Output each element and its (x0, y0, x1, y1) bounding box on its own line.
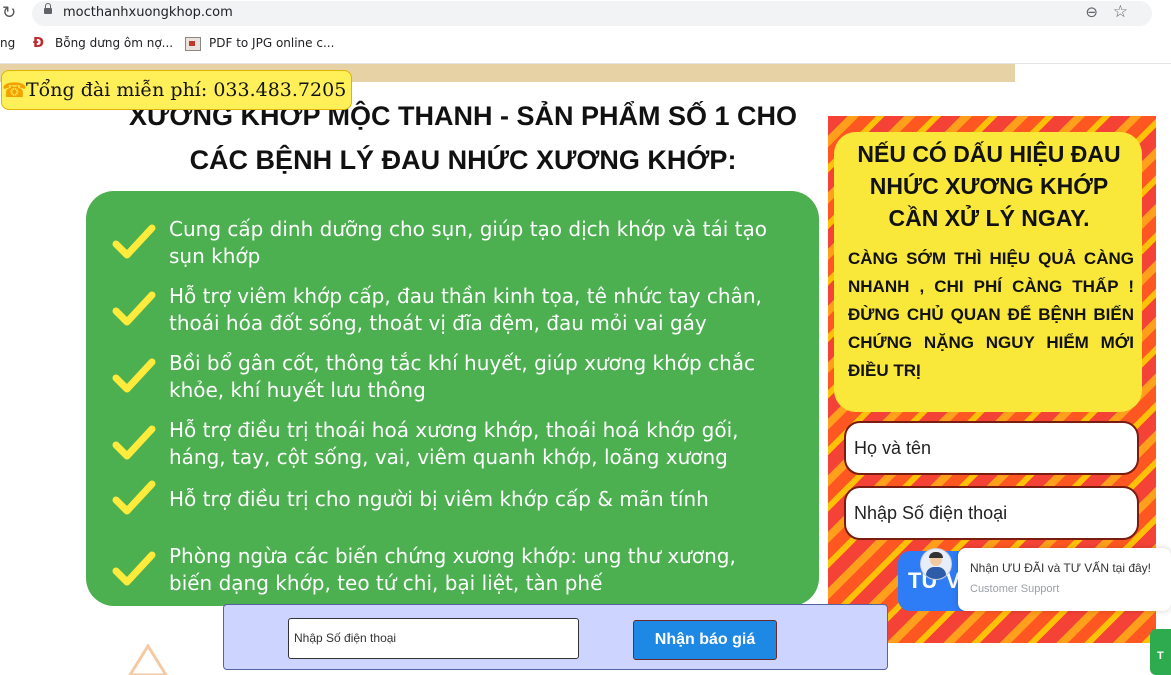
bookmarks-bar: ng Đ Bỗng dưng ôm nợ... PDF to JPG onlin… (0, 28, 1171, 64)
bookmark-star-icon[interactable]: ☆ (1113, 2, 1128, 22)
quote-phone-input[interactable]: Nhập Số điện thoại (288, 618, 579, 659)
address-bar[interactable]: mocthanhxuongkhop.com ⊖ ☆ (32, 1, 1152, 26)
checkmark-icon (112, 480, 156, 515)
side-tab-label[interactable]: T (1157, 650, 1164, 662)
name-field[interactable]: Họ và tên (844, 421, 1139, 475)
phone-field[interactable]: Nhập Số điện thoại (844, 486, 1139, 540)
benefit-text: Phòng ngừa các biến chứng xương khớp: un… (169, 544, 736, 595)
quote-phone-placeholder[interactable]: Nhập Số điện thoại (294, 619, 396, 658)
phone-icon: ☎ (2, 78, 27, 102)
decorative-triangle-icon (128, 644, 168, 675)
promo-card: NẾU CÓ DẤU HIỆU ĐAU NHỨC XƯƠNG KHỚP CẦN … (834, 132, 1142, 412)
checkmark-icon (112, 551, 156, 586)
pdf-favicon-icon (185, 37, 201, 51)
checkmark-icon (112, 224, 156, 259)
chat-message[interactable]: Nhận ƯU ĐÃI và TƯ VẤN tại đây! (970, 561, 1151, 575)
url-text[interactable]: mocthanhxuongkhop.com (63, 5, 233, 20)
quote-bar: Nhập Số điện thoại Nhận báo giá (223, 604, 888, 670)
bookmark-favicon-icon: Đ (33, 36, 44, 51)
benefit-text: Hỗ trợ điều trị thoái hoá xương khớp, th… (169, 418, 739, 469)
browser-toolbar: ↻ mocthanhxuongkhop.com ⊖ ☆ (0, 0, 1171, 28)
zoom-icon[interactable]: ⊖ (1085, 3, 1098, 21)
hotline-text[interactable]: Tổng đài miễn phí: 033.483.7205 (26, 71, 346, 109)
side-tab-button[interactable]: T (1150, 629, 1171, 675)
page-content: XƯƠNG KHỚP MỘC THANH - SẢN PHẨM SỐ 1 CHO… (0, 64, 1171, 675)
name-field-placeholder[interactable]: Họ và tên (854, 423, 931, 473)
bookmark-item[interactable]: ng (0, 36, 15, 50)
benefit-text: Cung cấp dinh dưỡng cho sụn, giúp tạo dị… (169, 217, 768, 268)
bookmark-item[interactable]: Bỗng dưng ôm nợ... (55, 36, 173, 50)
benefit-text: Bồi bổ gân cốt, thông tắc khí huyết, giú… (169, 351, 756, 402)
get-quote-button[interactable]: Nhận báo giá (633, 620, 777, 660)
chat-subtitle: Customer Support (970, 583, 1060, 595)
checkmark-icon (112, 358, 156, 393)
bookmark-item[interactable]: PDF to JPG online c... (209, 36, 334, 50)
promo-subtitle: CÀNG SỚM THÌ HIỆU QUẢ CÀNG NHANH , CHI P… (848, 249, 1134, 380)
lock-icon[interactable] (44, 3, 52, 14)
checkmark-icon (112, 425, 156, 460)
hotline-badge[interactable]: ☎ Tổng đài miễn phí: 033.483.7205 (1, 70, 352, 110)
benefit-text: Hỗ trợ điều trị cho người bị viêm khớp c… (169, 487, 709, 511)
support-avatar[interactable] (920, 548, 952, 580)
chat-widget[interactable]: Nhận ƯU ĐÃI và TƯ VẤN tại đây! Customer … (958, 548, 1171, 611)
phone-field-placeholder[interactable]: Nhập Số điện thoại (854, 488, 1007, 538)
benefits-box: Cung cấp dinh dưỡng cho sụn, giúp tạo dị… (86, 191, 819, 606)
benefit-text: Hỗ trợ viêm khớp cấp, đau thần kinh tọa,… (169, 284, 762, 335)
reload-icon[interactable]: ↻ (2, 3, 16, 23)
promo-title: NẾU CÓ DẤU HIỆU ĐAU NHỨC XƯƠNG KHỚP CẦN … (857, 141, 1121, 231)
checkmark-icon (112, 291, 156, 326)
headline-line-2: CÁC BỆNH LÝ ĐAU NHỨC XƯƠNG KHỚP: (189, 145, 737, 175)
